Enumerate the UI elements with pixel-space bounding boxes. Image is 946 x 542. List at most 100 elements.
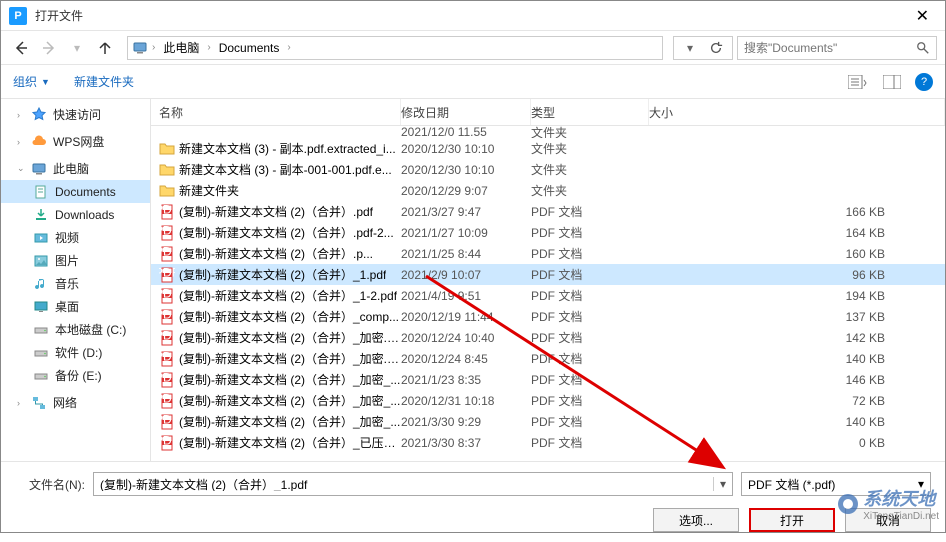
downloads-icon — [33, 207, 49, 223]
file-name: (复制)-新建文本文档 (2)（合并）_加密.pdf — [179, 329, 401, 346]
titlebar: P 打开文件 ✕ — [1, 1, 945, 31]
sidebar-item-quick-access[interactable]: ›快速访问 — [1, 103, 150, 126]
file-row[interactable]: PDF(复制)-新建文本文档 (2)（合并）_加密_...2021/3/30 9… — [151, 411, 945, 432]
file-date: 2020/12/29 9:07 — [401, 184, 531, 198]
file-row[interactable]: PDF(复制)-新建文本文档 (2)（合并）.pdf-2...2021/1/27… — [151, 222, 945, 243]
file-row[interactable]: PDF(复制)-新建文本文档 (2)（合并）_1.pdf2021/2/9 10:… — [151, 264, 945, 285]
sidebar-item-disk-e[interactable]: 备份 (E:) — [1, 364, 150, 387]
file-row[interactable]: PDF(复制)-新建文本文档 (2)（合并）.pdf2021/3/27 9:47… — [151, 201, 945, 222]
close-icon[interactable]: ✕ — [908, 6, 937, 26]
breadcrumb-pc[interactable]: 此电脑 — [159, 39, 203, 56]
pdf-icon: PDF — [159, 246, 175, 262]
chevron-right-icon[interactable]: › — [152, 42, 155, 53]
sidebar-item-wps[interactable]: ›WPS网盘 — [1, 130, 150, 153]
file-type: PDF 文档 — [531, 266, 649, 283]
filename-input[interactable] — [100, 477, 707, 491]
cancel-button[interactable]: 取消 — [845, 508, 931, 532]
file-type-value: PDF 文档 (*.pdf) — [748, 476, 835, 493]
dropdown-icon[interactable]: ▾ — [678, 36, 702, 60]
file-size: 96 KB — [649, 268, 945, 282]
col-header-name[interactable]: 名称 — [151, 99, 401, 125]
chevron-right-icon[interactable]: › — [287, 42, 290, 53]
file-size: 164 KB — [649, 226, 945, 240]
file-date: 2021/1/25 8:44 — [401, 247, 531, 261]
file-row[interactable]: PDF(复制)-新建文本文档 (2)（合并）_加密.pdf2020/12/24 … — [151, 327, 945, 348]
new-folder-button[interactable]: 新建文件夹 — [74, 73, 134, 90]
breadcrumb-documents[interactable]: Documents — [215, 41, 284, 55]
file-row[interactable]: PDF(复制)-新建文本文档 (2)（合并）.p...2021/1/25 8:4… — [151, 243, 945, 264]
svg-text:PDF: PDF — [159, 351, 175, 364]
file-date: 2021/2/9 10:07 — [401, 268, 531, 282]
pc-icon — [132, 40, 148, 56]
sidebar-item-music[interactable]: 音乐 — [1, 272, 150, 295]
file-date: 2020/12/24 10:40 — [401, 331, 531, 345]
file-type-select[interactable]: PDF 文档 (*.pdf) ▾ — [741, 472, 931, 496]
file-type: PDF 文档 — [531, 203, 649, 220]
view-mode-button[interactable] — [847, 73, 869, 91]
pdf-icon: PDF — [159, 204, 175, 220]
filename-dropdown-icon[interactable]: ▾ — [713, 477, 726, 491]
file-size: 140 KB — [649, 352, 945, 366]
refresh-icon[interactable] — [704, 36, 728, 60]
file-row[interactable]: 新建文本文档 (3) - 副本-001-001.pdf.e...2020/12/… — [151, 159, 945, 180]
sidebar-item-desktop[interactable]: 桌面 — [1, 295, 150, 318]
sidebar-item-documents[interactable]: Documents — [1, 180, 150, 203]
search-icon[interactable] — [916, 41, 930, 55]
svg-text:PDF: PDF — [159, 288, 175, 301]
file-row[interactable]: 新建文件夹2020/12/29 9:07文件夹 — [151, 180, 945, 201]
col-header-size[interactable]: 大小 — [649, 99, 945, 125]
pictures-icon — [33, 253, 49, 269]
forward-button[interactable] — [37, 36, 61, 60]
file-date: 2021/1/23 8:35 — [401, 373, 531, 387]
search-input[interactable] — [744, 41, 916, 55]
file-list: 2021/12/0 11.55 文件夹 新建文本文档 (3) - 副本.pdf.… — [151, 126, 945, 461]
sidebar-item-network[interactable]: ›网络 — [1, 391, 150, 414]
search-box[interactable] — [737, 36, 937, 60]
folder-icon — [159, 162, 175, 178]
options-button[interactable]: 选项... — [653, 508, 739, 532]
breadcrumb[interactable]: › 此电脑 › Documents › — [127, 36, 663, 60]
file-name: (复制)-新建文本文档 (2)（合并）_已压缩... — [179, 434, 401, 451]
file-row[interactable]: PDF(复制)-新建文本文档 (2)（合并）_加密_...2021/1/23 8… — [151, 369, 945, 390]
sidebar-item-video[interactable]: 视频 — [1, 226, 150, 249]
window-title: 打开文件 — [35, 7, 83, 24]
file-name: (复制)-新建文本文档 (2)（合并）.pdf — [179, 203, 373, 220]
app-icon: P — [9, 7, 27, 25]
file-row[interactable]: PDF(复制)-新建文本文档 (2)（合并）_加密.p...2020/12/24… — [151, 348, 945, 369]
file-row-partial[interactable]: 2021/12/0 11.55 文件夹 — [151, 126, 945, 138]
file-date: 2021/4/19 9:51 — [401, 289, 531, 303]
pdf-icon: PDF — [159, 351, 175, 367]
sidebar-item-disk-d[interactable]: 软件 (D:) — [1, 341, 150, 364]
music-icon — [33, 276, 49, 292]
sidebar-item-this-pc[interactable]: ⌄此电脑 — [1, 157, 150, 180]
file-date: 2021/1/27 10:09 — [401, 226, 531, 240]
up-button[interactable] — [93, 36, 117, 60]
recent-dropdown[interactable]: ▾ — [65, 36, 89, 60]
sidebar-item-downloads[interactable]: Downloads — [1, 203, 150, 226]
pc-icon — [31, 161, 47, 177]
file-size: 142 KB — [649, 331, 945, 345]
filename-combo[interactable]: ▾ — [93, 472, 733, 496]
organize-menu[interactable]: 组织 ▼ — [13, 73, 50, 90]
col-header-type[interactable]: 类型 — [531, 99, 649, 125]
help-icon[interactable]: ? — [915, 73, 933, 91]
file-date: 2020/12/30 10:10 — [401, 142, 531, 156]
sidebar-item-pictures[interactable]: 图片 — [1, 249, 150, 272]
pdf-icon: PDF — [159, 288, 175, 304]
file-row[interactable]: PDF(复制)-新建文本文档 (2)（合并）_comp...2020/12/19… — [151, 306, 945, 327]
back-button[interactable] — [9, 36, 33, 60]
filename-label: 文件名(N): — [15, 476, 85, 493]
preview-pane-button[interactable] — [881, 73, 903, 91]
chevron-right-icon[interactable]: › — [207, 42, 210, 53]
sidebar-item-disk-c[interactable]: 本地磁盘 (C:) — [1, 318, 150, 341]
file-row[interactable]: 新建文本文档 (3) - 副本.pdf.extracted_i...2020/1… — [151, 138, 945, 159]
drive-icon — [33, 322, 49, 338]
file-row[interactable]: PDF(复制)-新建文本文档 (2)（合并）_已压缩...2021/3/30 8… — [151, 432, 945, 453]
col-header-date[interactable]: 修改日期 — [401, 99, 531, 125]
file-row[interactable]: PDF(复制)-新建文本文档 (2)（合并）_加密_...2020/12/31 … — [151, 390, 945, 411]
file-row[interactable]: PDF (复制)-新建文本文档 (2)（合并）_1-2.pdf 2021/4/19 … — [151, 285, 945, 306]
open-button[interactable]: 打开 — [749, 508, 835, 532]
svg-text:PDF: PDF — [159, 414, 175, 427]
file-name: (复制)-新建文本文档 (2)（合并）_1-2.pdf — [179, 287, 397, 304]
file-type: PDF 文档 — [531, 224, 649, 241]
